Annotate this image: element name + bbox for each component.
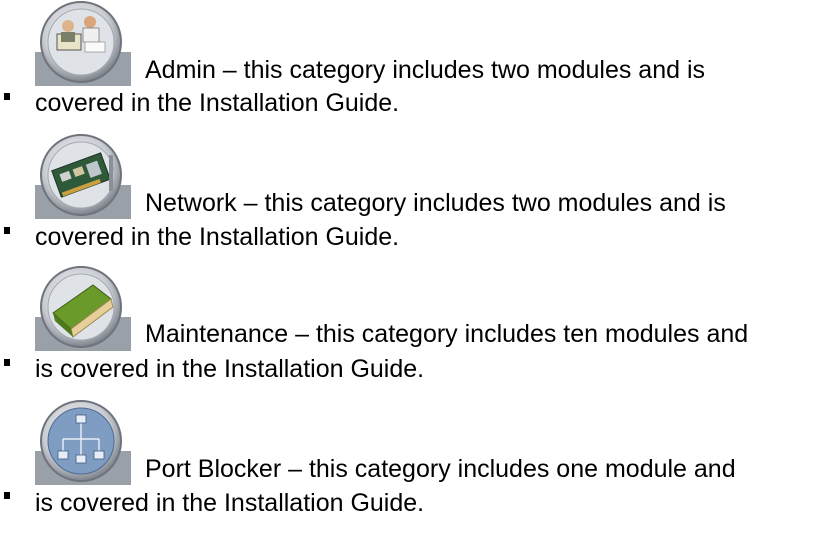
port-blocker-description-line2: is covered in the Installation Guide.	[35, 489, 425, 517]
list-item-port-blocker: Port Blocker – this category includes on…	[0, 0, 823, 535]
port-blocker-description-line1: Port Blocker – this category includes on…	[145, 455, 736, 483]
port-blocker-network-icon	[35, 399, 131, 485]
bullet	[4, 492, 10, 499]
